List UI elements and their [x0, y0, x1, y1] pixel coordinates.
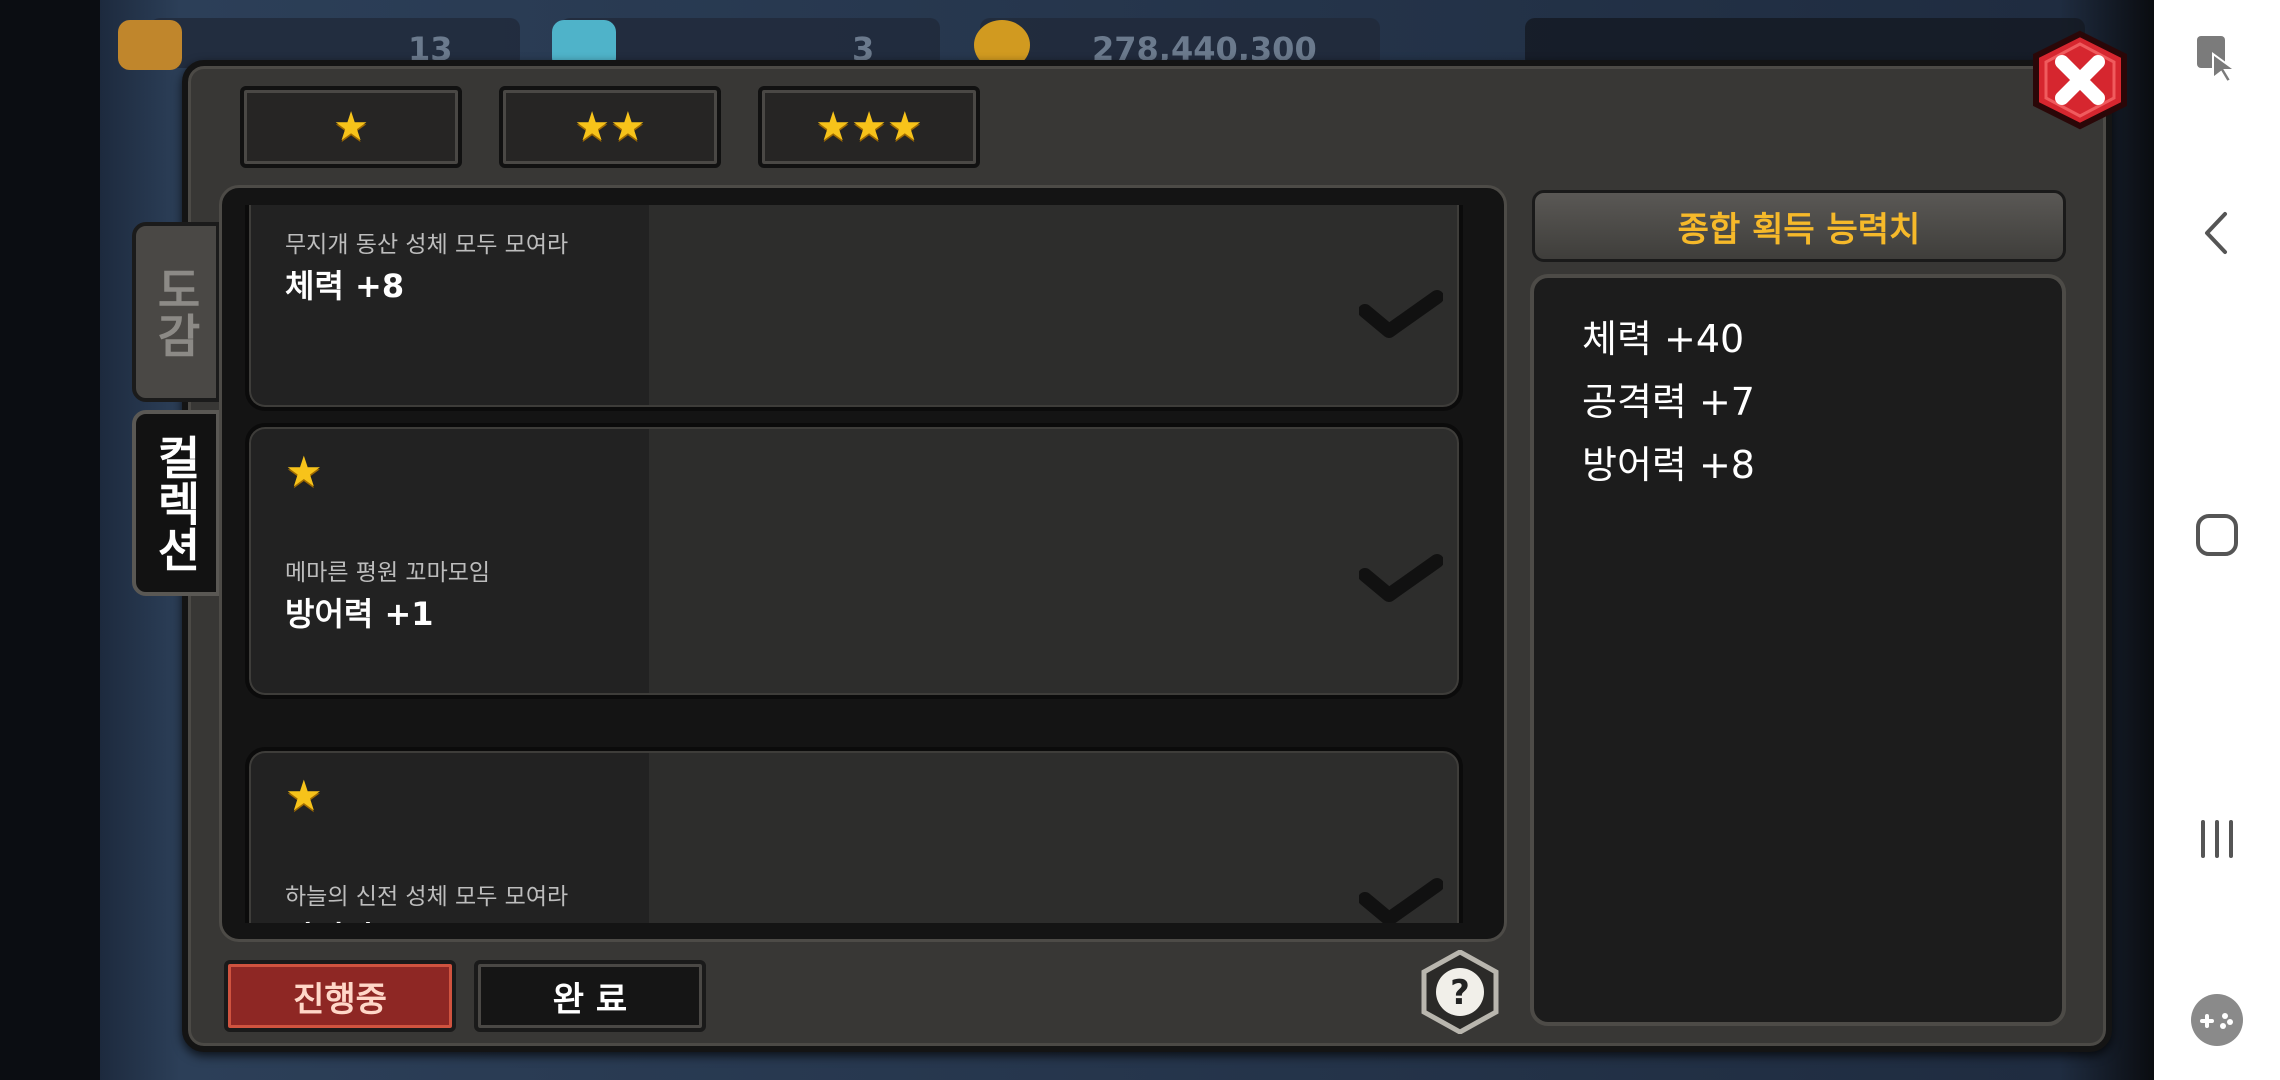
collection-list[interactable]: 무지개 동산 성체 모두 모여라 체력 +8 ★ 메마른 평원 꼬마모임 방어력… [240, 205, 1485, 923]
tab-dogam-label: 도감 [149, 266, 203, 358]
collection-stat: 체력 +8 [285, 267, 405, 305]
android-nav-bar [2154, 0, 2280, 1080]
home-icon[interactable] [2154, 510, 2280, 560]
in-progress-label: 진행중 [293, 979, 387, 1020]
check-icon [1359, 554, 1443, 602]
close-icon[interactable] [2028, 30, 2132, 130]
filter-tab-1-star[interactable]: ★ [240, 86, 462, 168]
filter-tab-3-star[interactable]: ★★★ [758, 86, 980, 168]
star-icon: ★★★ [815, 104, 923, 150]
star-icon: ★ [285, 447, 323, 496]
tab-collection[interactable]: 컬렉션 [132, 410, 220, 596]
back-icon[interactable] [2154, 208, 2280, 258]
complete-button[interactable]: 완 료 [474, 960, 706, 1032]
tab-collection-label: 컬렉션 [149, 434, 203, 572]
list-item[interactable]: ★ 하늘의 신전 성체 모두 모여라 방어력 +8 [245, 747, 1463, 923]
recents-icon[interactable] [2154, 814, 2280, 864]
collection-name: 메마른 평원 꼬마모임 [285, 560, 491, 586]
collection-stat: 방어력 +8 [285, 913, 434, 923]
total-stat-defense: 방어력 +8 [1582, 443, 1755, 487]
total-stat-hp: 체력 +40 [1582, 317, 1745, 361]
list-item[interactable]: 무지개 동산 성체 모두 모여라 체력 +8 [245, 205, 1463, 411]
total-stats-title: 종합 획득 능력치 [1677, 209, 1921, 250]
collection-name: 하늘의 신전 성체 모두 모여라 [285, 884, 569, 910]
game-tools-icon[interactable] [2154, 992, 2280, 1048]
tab-dogam[interactable]: 도감 [132, 222, 220, 402]
total-stats-panel: 체력 +40 공격력 +7 방어력 +8 [1530, 274, 2066, 1026]
help-glyph: ? [1450, 973, 1470, 1013]
check-icon [1359, 290, 1443, 338]
total-stat-attack: 공격력 +7 [1582, 380, 1755, 424]
gem-icon [118, 20, 182, 70]
check-icon [1359, 878, 1443, 923]
collection-name: 무지개 동산 성체 모두 모여라 [285, 232, 569, 258]
in-progress-button[interactable]: 진행중 [224, 960, 456, 1032]
total-stats-header: 종합 획득 능력치 [1532, 190, 2066, 262]
star-icon: ★★ [574, 104, 646, 150]
complete-label: 완 료 [552, 979, 628, 1020]
collection-stat: 방어력 +1 [285, 595, 434, 633]
star-icon: ★ [333, 104, 369, 150]
help-icon[interactable]: ? [1418, 950, 1502, 1034]
star-icon: ★ [285, 771, 323, 820]
list-item[interactable]: ★ 메마른 평원 꼬마모임 방어력 +1 [245, 423, 1463, 699]
touch-lock-icon[interactable] [2154, 32, 2280, 84]
filter-tab-2-star[interactable]: ★★ [499, 86, 721, 168]
